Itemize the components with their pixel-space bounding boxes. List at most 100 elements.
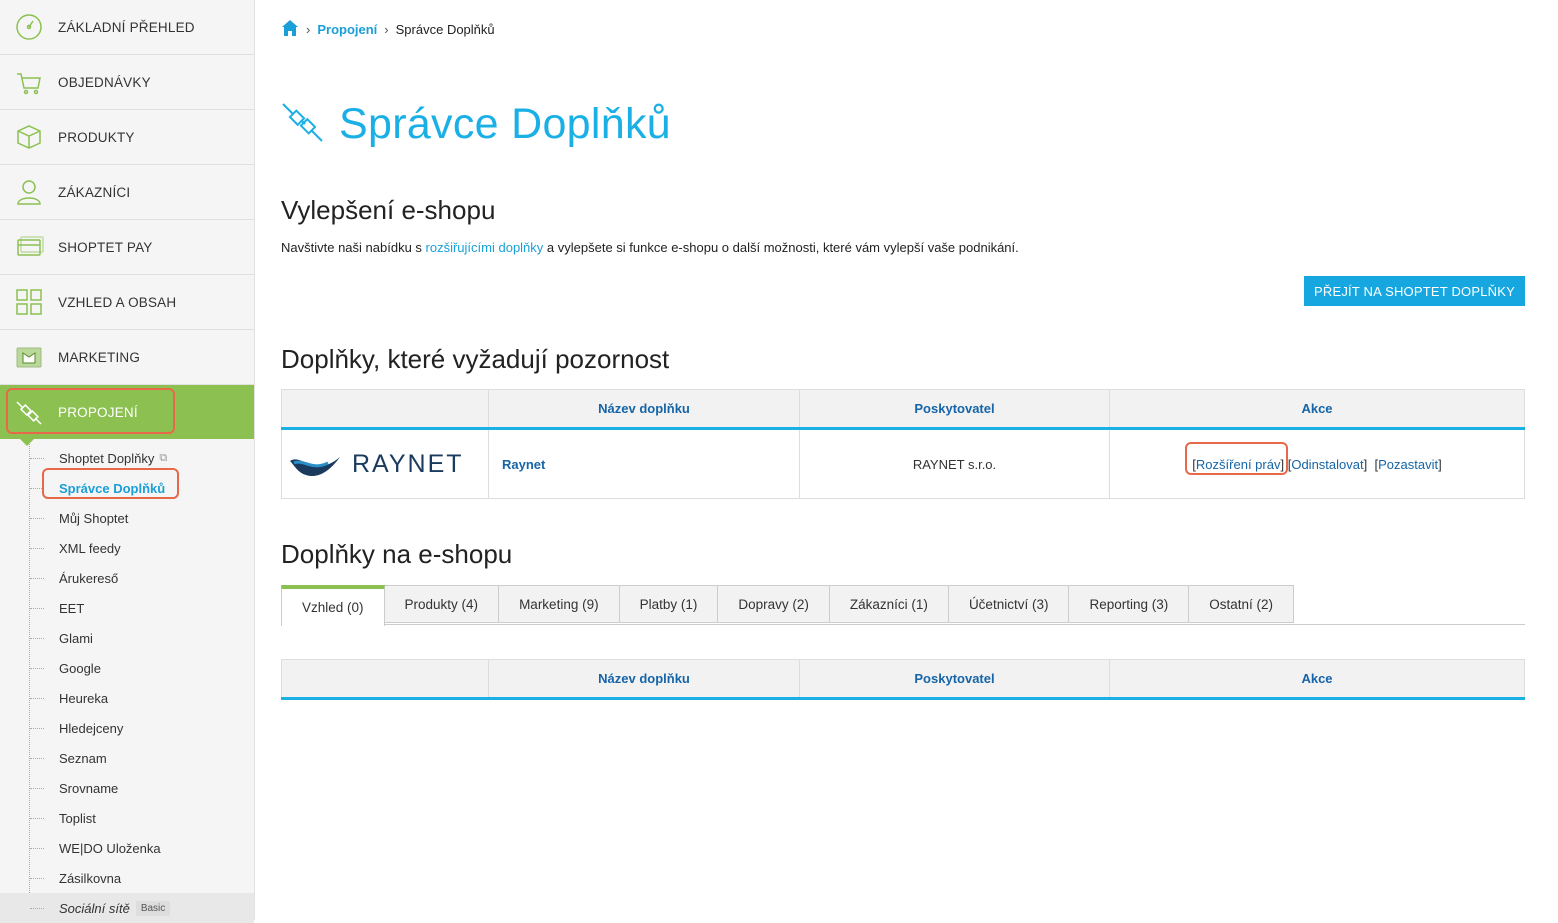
intro-text-before: Navštivte naši nabídku s: [281, 240, 426, 255]
subnav-item-label: Toplist: [59, 810, 96, 826]
subnav-item-hledejceny[interactable]: Hledejceny: [0, 713, 254, 743]
layout-icon: [0, 275, 58, 330]
subnav-item-toplist[interactable]: Toplist: [0, 803, 254, 833]
addon-name-link[interactable]: Raynet: [502, 457, 545, 472]
subnav-item-label: Srovname: [59, 780, 119, 796]
plan-badge: Basic: [135, 900, 171, 916]
bracket: ]: [1438, 456, 1442, 472]
nav-item-customers[interactable]: ZÁKAZNÍCI: [0, 165, 254, 220]
nav-item-marketing[interactable]: MARKETING: [0, 330, 254, 385]
card-icon: [0, 220, 58, 275]
subnav-item-label: WE|DO Uloženka: [59, 840, 161, 856]
tab-vzhled[interactable]: Vzhled (0): [281, 585, 385, 626]
subnav-item-wedo-ulozenka[interactable]: WE|DO Uloženka: [0, 833, 254, 863]
addon-actions: [Rozšíření práv] [Odinstalovat] [Pozasta…: [1109, 428, 1525, 499]
breadcrumb-current: Správce Doplňků: [395, 22, 495, 37]
attention-table: Název doplňku Poskytovatel Akce RAYNET R…: [281, 389, 1525, 499]
user-icon: [0, 165, 58, 220]
subnav-item-label: Zásilkovna: [59, 870, 122, 886]
subnav-item-label: Seznam: [59, 750, 107, 766]
raynet-logo-text: RAYNET: [352, 449, 464, 478]
pause-link[interactable]: Pozastavit: [1378, 457, 1438, 472]
nav-item-label: VZHLED A OBSAH: [58, 294, 177, 310]
subnav-item-label: Árukereső: [59, 570, 119, 586]
nav-item-products[interactable]: PRODUKTY: [0, 110, 254, 165]
sidebar: ZÁKLADNÍ PŘEHLED OBJEDNÁVKY PRODUKTY ZÁK…: [0, 0, 255, 923]
page-title: Správce Doplňků: [281, 100, 671, 149]
subnav-item-arukereso[interactable]: Árukereső: [0, 563, 254, 593]
box-icon: [0, 110, 58, 165]
nav-item-label: SHOPTET PAY: [58, 239, 153, 255]
intro-text: Navštivte naši nabídku s rozšiřujícími d…: [281, 240, 1019, 255]
addons-link[interactable]: rozšiřujícími doplňky: [426, 240, 544, 255]
nav-item-dashboard[interactable]: ZÁKLADNÍ PŘEHLED: [0, 0, 254, 55]
subnav-item-label: XML feedy: [59, 540, 121, 556]
uninstall-link[interactable]: Odinstalovat: [1291, 457, 1363, 472]
column-header-provider: Poskytovatel: [799, 659, 1110, 700]
subnav-item-label: Můj Shoptet: [59, 510, 129, 526]
addon-logo: RAYNET: [281, 428, 489, 499]
nav-item-layout[interactable]: VZHLED A OBSAH: [0, 275, 254, 330]
cart-icon: [0, 55, 58, 110]
nav-item-label: ZÁKAZNÍCI: [58, 184, 131, 200]
installed-table: Název doplňku Poskytovatel Akce: [281, 659, 1525, 700]
subnav-item-label: Heureka: [59, 690, 109, 706]
subnav-item-heureka[interactable]: Heureka: [0, 683, 254, 713]
nav-item-orders[interactable]: OBJEDNÁVKY: [0, 55, 254, 110]
dashboard-icon: [0, 0, 58, 55]
tab-ostatni[interactable]: Ostatní (2): [1189, 585, 1295, 623]
column-header-logo: [281, 659, 489, 700]
subnav-item-seznam[interactable]: Seznam: [0, 743, 254, 773]
breadcrumb-link[interactable]: Propojení: [317, 22, 377, 37]
category-tabs: Vzhled (0) Produkty (4) Marketing (9) Pl…: [281, 585, 1525, 626]
subnav-item-label: Hledejceny: [59, 720, 124, 736]
subnav-item-google[interactable]: Google: [0, 653, 254, 683]
column-header-actions: Akce: [1109, 389, 1525, 430]
nav-item-label: PRODUKTY: [58, 129, 135, 145]
column-header-name: Název doplňku: [488, 389, 800, 430]
intro-text-after: a vylepšete si funkce e-shopu o další mo…: [543, 240, 1019, 255]
subnav-item-xml-feedy[interactable]: XML feedy: [0, 533, 254, 563]
subnav-item-label: Glami: [59, 630, 93, 646]
breadcrumb: › Propojení › Správce Doplňků: [281, 19, 495, 40]
home-icon[interactable]: [281, 19, 299, 40]
nav-item-label: ZÁKLADNÍ PŘEHLED: [58, 19, 195, 35]
highlight-box: [6, 388, 175, 434]
column-header-provider: Poskytovatel: [799, 389, 1110, 430]
subnav-item-label: Google: [59, 660, 101, 676]
addon-provider: RAYNET s.r.o.: [799, 428, 1110, 499]
column-header-name: Název doplňku: [488, 659, 800, 700]
breadcrumb-separator: ›: [306, 22, 311, 37]
plug-icon: [281, 100, 325, 149]
tab-dopravy[interactable]: Dopravy (2): [718, 585, 830, 623]
table-row: RAYNET Raynet RAYNET s.r.o. [Rozšíření p…: [281, 428, 1525, 499]
tab-platby[interactable]: Platby (1): [619, 585, 719, 623]
subnav-item-label: EET: [59, 600, 85, 616]
subnav-item-zasilkovna[interactable]: Zásilkovna: [0, 863, 254, 893]
nav-item-shoptet-pay[interactable]: SHOPTET PAY: [0, 220, 254, 275]
table-header-row: Název doplňku Poskytovatel Akce: [281, 389, 1525, 430]
tab-zakaznici[interactable]: Zákazníci (1): [829, 585, 949, 623]
tab-ucetnictvi[interactable]: Účetnictví (3): [948, 585, 1070, 623]
subnav-item-srovname[interactable]: Srovname: [0, 773, 254, 803]
subnav-item-eet[interactable]: EET: [0, 593, 254, 623]
tab-marketing[interactable]: Marketing (9): [499, 585, 620, 623]
tab-produkty[interactable]: Produkty (4): [384, 585, 500, 623]
subnav-item-label: Shoptet Doplňky: [59, 450, 155, 466]
nav-item-label: MARKETING: [58, 349, 141, 365]
raynet-logo-mark: [290, 457, 340, 477]
subnav-item-socialni-site[interactable]: Sociální sítě Basic: [0, 893, 254, 923]
bracket: ]: [1363, 456, 1368, 472]
addon-name-cell: Raynet: [488, 428, 800, 499]
section-heading-attention: Doplňky, které vyžadují pozornost: [281, 344, 670, 374]
column-header-actions: Akce: [1109, 659, 1525, 700]
section-heading-installed: Doplňky na e-shopu: [281, 539, 513, 569]
go-to-addons-button[interactable]: PŘEJÍT NA SHOPTET DOPLŇKY: [1303, 276, 1525, 306]
highlight-box: [1185, 441, 1289, 475]
subnav-item-glami[interactable]: Glami: [0, 623, 254, 653]
tab-reporting[interactable]: Reporting (3): [1069, 585, 1190, 623]
external-link-icon: ⧉: [159, 451, 168, 464]
subnav-item-label: Sociální sítě: [59, 900, 130, 916]
subnav-item-muj-shoptet[interactable]: Můj Shoptet: [0, 503, 254, 533]
table-header-row: Název doplňku Poskytovatel Akce: [281, 659, 1525, 700]
